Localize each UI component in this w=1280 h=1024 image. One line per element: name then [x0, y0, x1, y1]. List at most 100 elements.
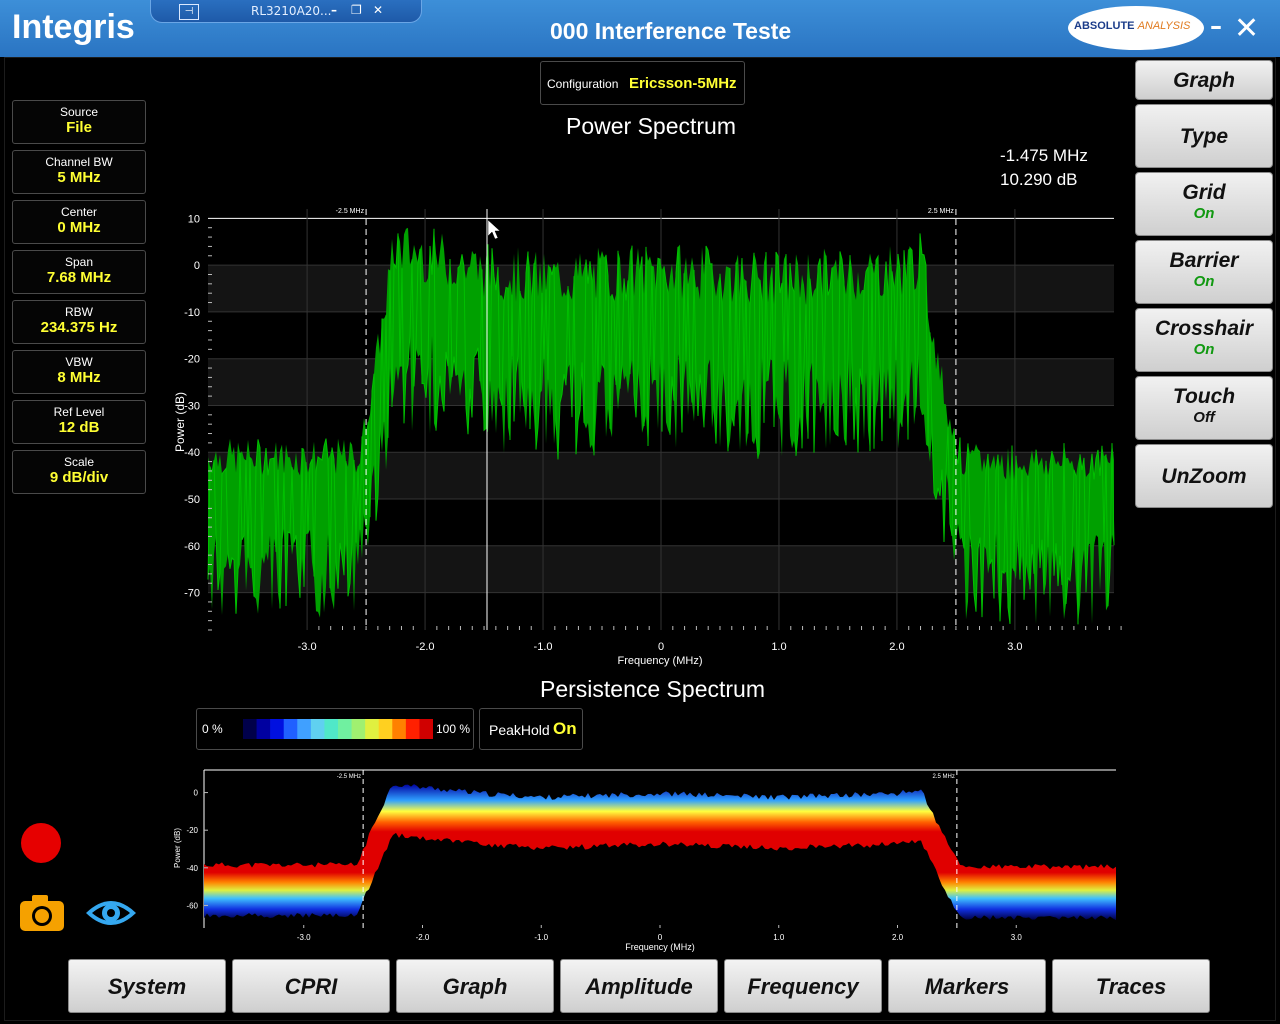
traces-button[interactable]: Traces [1052, 959, 1210, 1013]
x-tick-label: -3.0 [297, 933, 311, 942]
system-button[interactable]: System [68, 959, 226, 1013]
crosshair-button[interactable]: Crosshair On [1135, 308, 1273, 372]
frequency-button[interactable]: Frequency [724, 959, 882, 1013]
unzoom-button[interactable]: UnZoom [1135, 444, 1273, 508]
menu-label: Grid [1182, 181, 1226, 204]
menu-label: Graph [1173, 69, 1235, 92]
info-center[interactable]: Center 0 MHz [12, 200, 146, 244]
legend-swatch [243, 719, 258, 739]
info-source[interactable]: Source File [12, 100, 146, 144]
crosshair-power: 10.290 dB [1000, 170, 1078, 189]
barrier-button[interactable]: Barrier On [1135, 240, 1273, 304]
legend-swatch [378, 719, 393, 739]
tab-restore-button[interactable]: ❐ [351, 3, 362, 17]
pin-icon[interactable]: ⊣ [179, 4, 199, 20]
y-tick-label: -10 [184, 307, 200, 319]
graph-button[interactable]: Graph [396, 959, 554, 1013]
info-span[interactable]: Span 7.68 MHz [12, 250, 146, 294]
configuration-label: Configuration [547, 77, 619, 91]
peakhold-label: PeakHold [489, 722, 550, 738]
crosshair-frequency: -1.475 MHz [1000, 146, 1088, 165]
x-tick-label: -1.0 [534, 933, 548, 942]
camera-icon[interactable] [18, 893, 66, 937]
graph-menu-header[interactable]: Graph [1135, 60, 1273, 100]
mouse-cursor-icon [487, 219, 501, 240]
configuration-box[interactable]: Configuration Ericsson-5MHz [540, 61, 745, 105]
peakhold-value: On [553, 719, 577, 738]
markers-button[interactable]: Markers [888, 959, 1046, 1013]
close-button[interactable]: ✕ [1234, 14, 1264, 44]
menu-state: Off [1193, 409, 1215, 426]
info-ref-level[interactable]: Ref Level 12 dB [12, 400, 146, 444]
legend-min-label: 0 % [202, 722, 223, 736]
x-tick-label: -2.0 [416, 933, 430, 942]
x-tick-label: 2.0 [892, 933, 904, 942]
window-tab[interactable]: ⊣ RL3210A20... – ❐ ✕ [150, 0, 422, 23]
info-rbw[interactable]: RBW 234.375 Hz [12, 300, 146, 344]
legend-swatch [405, 719, 420, 739]
app-brand: Integris [12, 8, 135, 46]
touch-button[interactable]: Touch Off [1135, 376, 1273, 440]
legend-swatch [365, 719, 380, 739]
info-channel-bw[interactable]: Channel BW 5 MHz [12, 150, 146, 194]
barrier-label: -2.5 MHz [337, 774, 361, 780]
tab-close-button[interactable]: ✕ [373, 3, 383, 17]
record-button[interactable] [21, 823, 61, 863]
info-value: 12 dB [58, 419, 100, 436]
x-tick-label: -2.0 [416, 641, 435, 653]
info-value: 8 MHz [57, 369, 101, 386]
info-label: Source [59, 105, 99, 119]
company-logo: ABSOLUTE ANALYSIS [1068, 6, 1204, 50]
logo-text-1: ABSOLUTE [1074, 20, 1135, 32]
legend-swatch [338, 719, 353, 739]
title-bar: Integris ⊣ RL3210A20... – ❐ ✕ 000 Interf… [0, 0, 1280, 57]
y-tick-label: -60 [186, 901, 198, 910]
legend-swatch [392, 719, 407, 739]
x-tick-label: -1.0 [534, 641, 553, 653]
info-value: 234.375 Hz [40, 319, 118, 336]
x-tick-label: 1.0 [773, 933, 785, 942]
info-value: 7.68 MHz [46, 269, 112, 286]
info-label: RBW [65, 305, 93, 319]
menu-label: UnZoom [1161, 465, 1247, 488]
x-tick-label: 2.0 [889, 641, 904, 653]
legend-color-scale [243, 719, 433, 739]
info-scale[interactable]: Scale 9 dB/div [12, 450, 146, 494]
y-tick-label: 0 [194, 260, 200, 272]
amplitude-button[interactable]: Amplitude [560, 959, 718, 1013]
persistence-band [204, 784, 1116, 921]
type-button[interactable]: Type [1135, 104, 1273, 168]
window-tab-title: RL3210A20... [251, 4, 332, 18]
barrier-label: 2.5 MHz [928, 208, 955, 215]
legend-swatch [256, 719, 271, 739]
y-tick-label: -20 [186, 826, 198, 835]
barrier-label: 2.5 MHz [933, 774, 955, 780]
x-tick-label: 3.0 [1011, 933, 1023, 942]
eye-icon[interactable] [84, 895, 138, 935]
power-spectrum-chart[interactable]: -2.5 MHz 2.5 MHz 100-10-20-30-40-50-60-70… [160, 200, 1130, 672]
menu-state: On [1193, 273, 1215, 290]
tab-minimize-button[interactable]: – [331, 3, 337, 17]
info-label: Scale [63, 455, 95, 469]
menu-label: Touch [1172, 385, 1236, 408]
x-tick-label: -3.0 [298, 641, 317, 653]
y-tick-label: -60 [184, 541, 200, 553]
grid-button[interactable]: Grid On [1135, 172, 1273, 236]
legend-swatch [270, 719, 285, 739]
info-value: 9 dB/div [49, 469, 109, 486]
y-tick-label: 10 [188, 213, 200, 225]
power-spectrum-title: Power Spectrum [566, 113, 737, 139]
menu-state: On [1193, 205, 1215, 222]
minimize-button[interactable]: – [1210, 14, 1230, 38]
info-vbw[interactable]: VBW 8 MHz [12, 350, 146, 394]
x-tick-label: 3.0 [1007, 641, 1022, 653]
peakhold-toggle[interactable]: PeakHold On [479, 708, 583, 750]
y-tick-label: -40 [186, 864, 198, 873]
legend-swatch [297, 719, 312, 739]
persistence-spectrum-chart[interactable]: -2.5 MHz 2.5 MHz 0 -20 -40 -60 -3.0 -2.0 -1.0 0 1… [160, 762, 1130, 954]
spectrum-y-axis-label: Power (dB) [173, 392, 187, 452]
info-label: Ref Level [53, 405, 105, 419]
menu-state: On [1193, 341, 1215, 358]
y-tick-label: -50 [184, 494, 200, 506]
cpri-button[interactable]: CPRI [232, 959, 390, 1013]
